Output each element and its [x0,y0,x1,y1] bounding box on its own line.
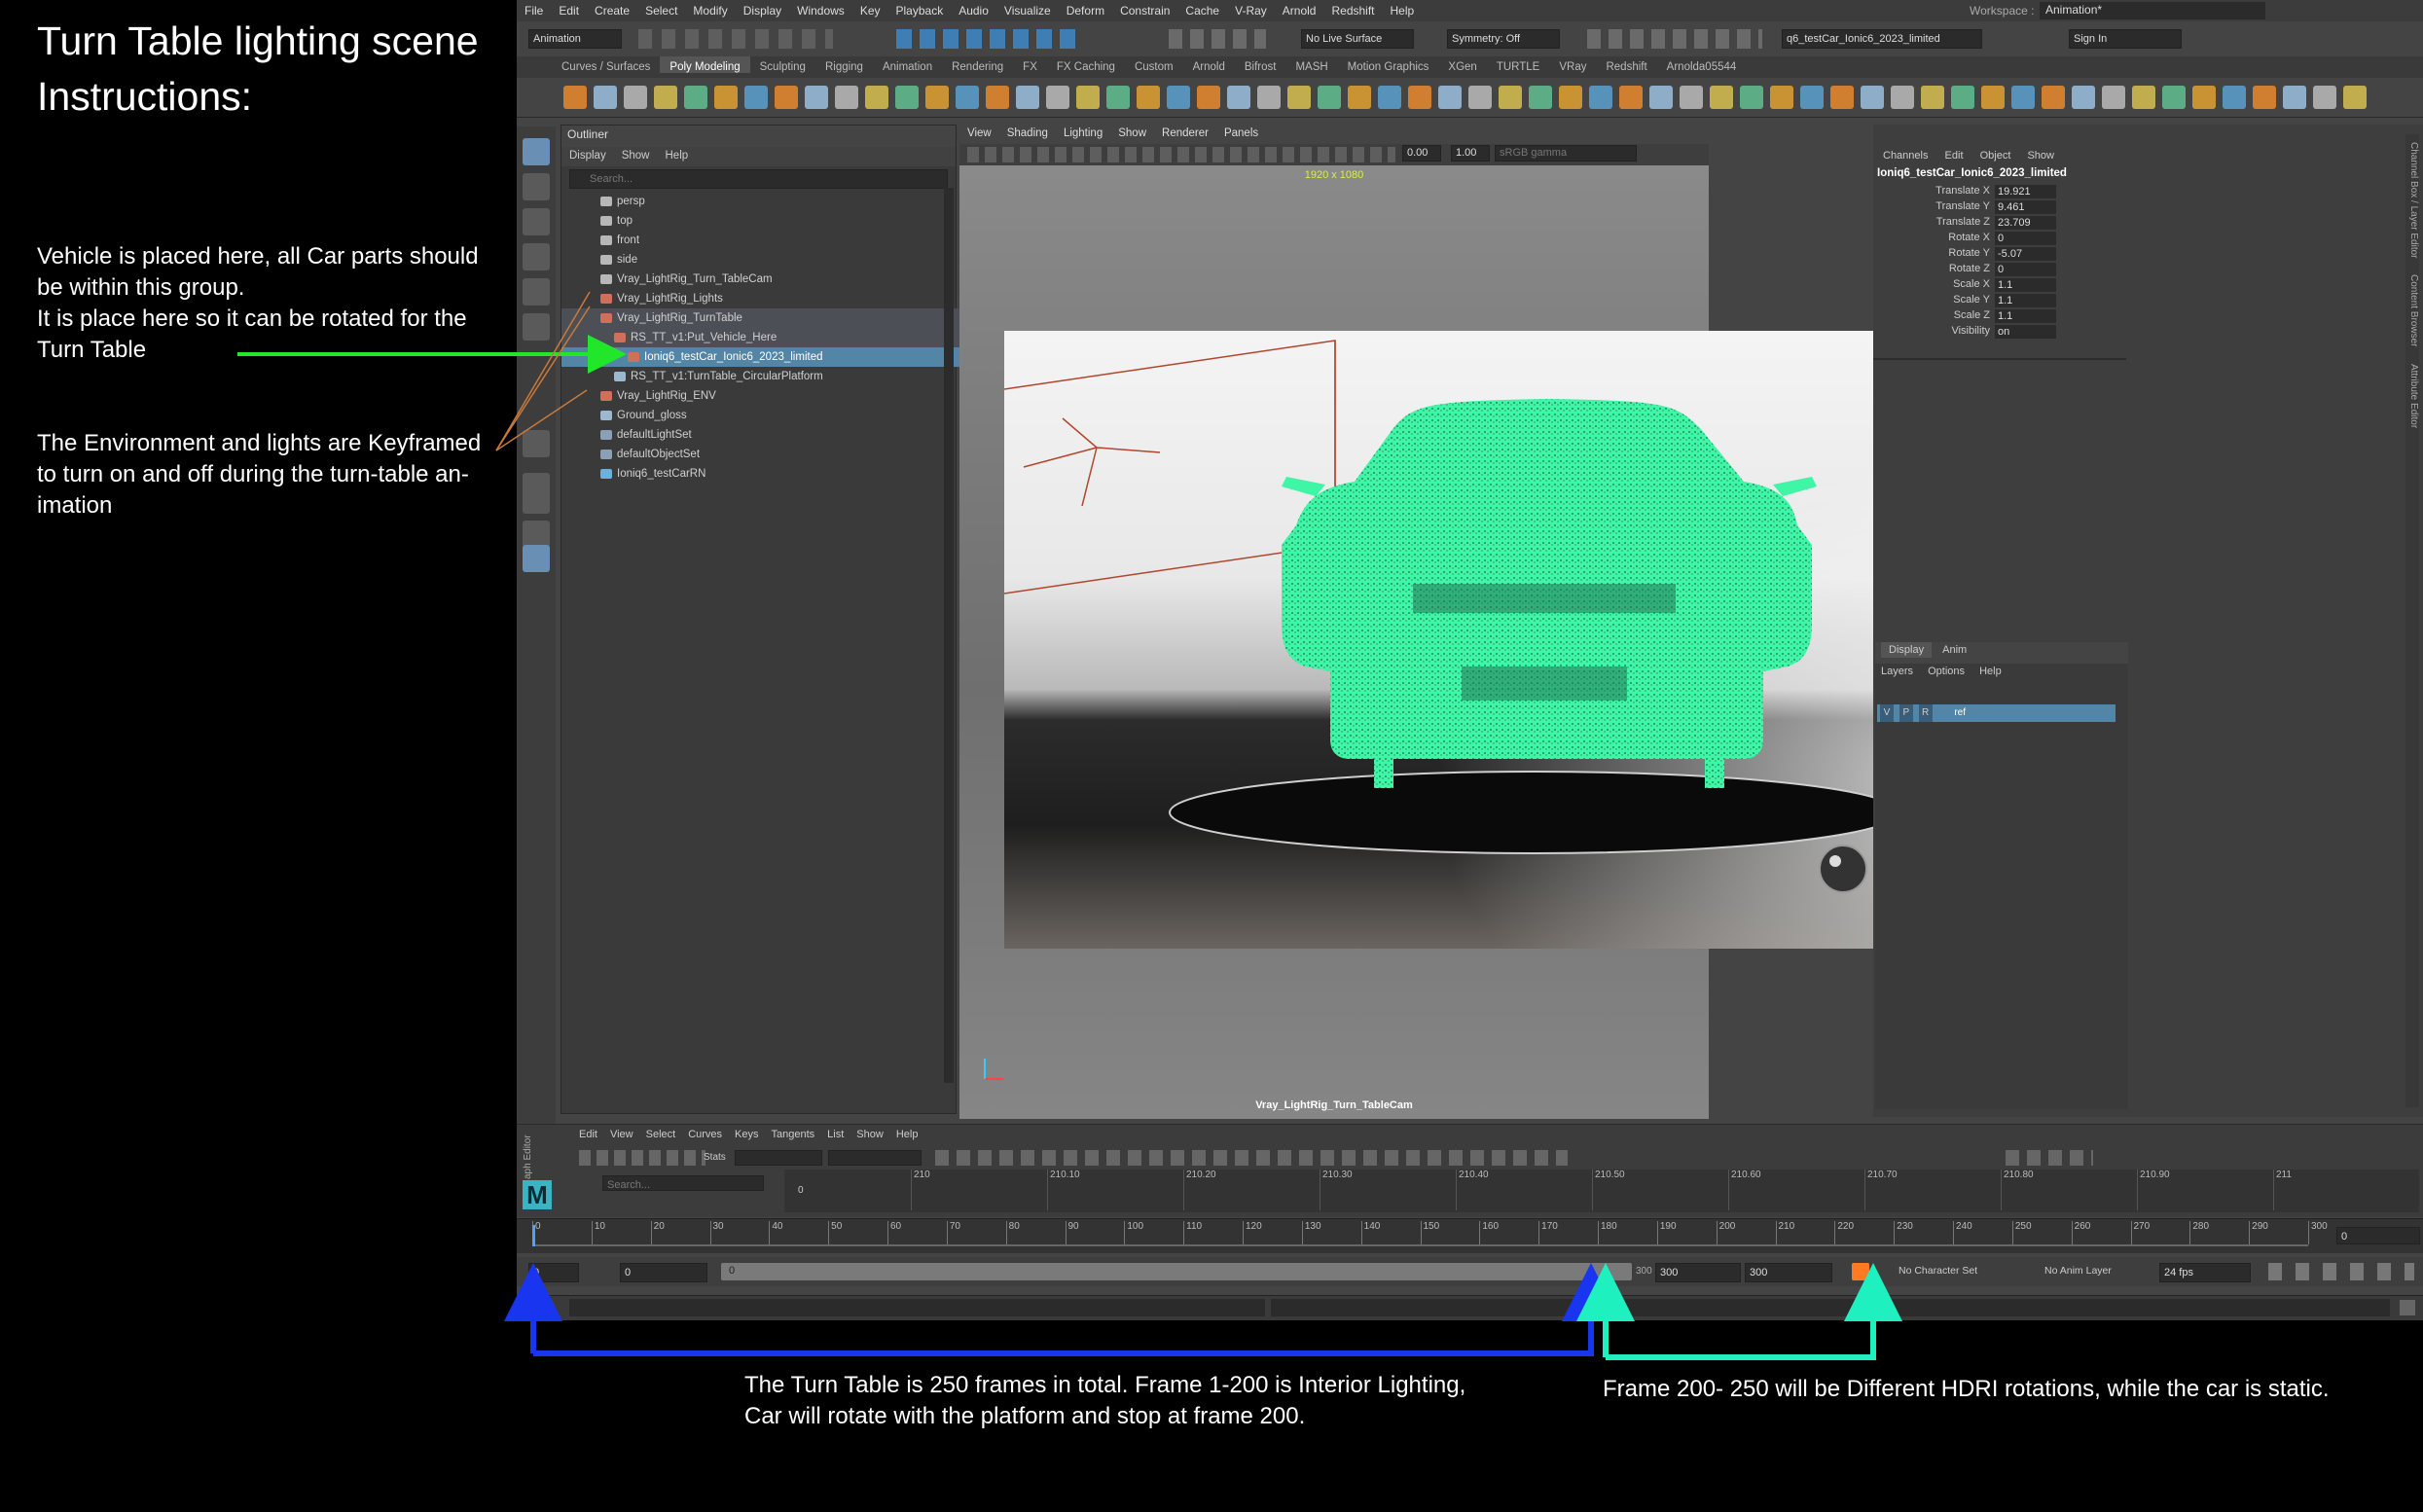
frame-200-arrow [533,1263,1620,1356]
hdri-end-arrow [1606,1263,1902,1360]
callout-arrows [237,291,1902,1360]
environment-leader-lines [495,291,591,451]
